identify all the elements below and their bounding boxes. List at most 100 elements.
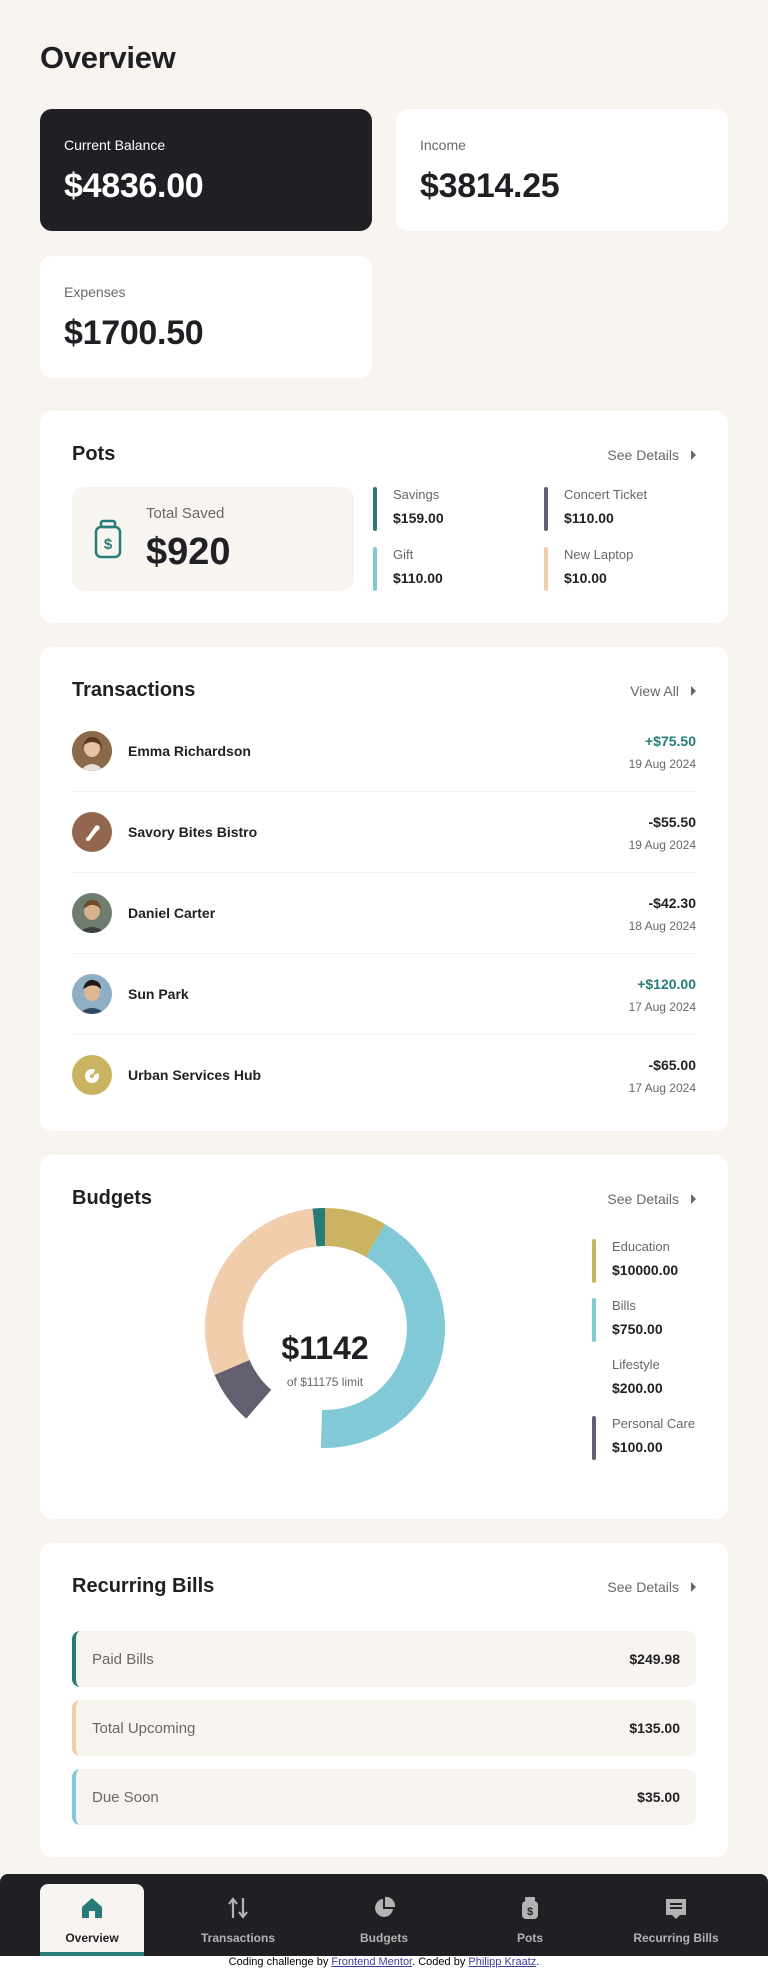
nav-label: Overview xyxy=(65,1931,119,1945)
legend-name: Education xyxy=(612,1239,670,1254)
nav-transactions[interactable]: Transactions xyxy=(186,1884,290,1956)
legend-amount: $200.00 xyxy=(612,1380,663,1396)
services-icon xyxy=(72,1055,112,1095)
nav-pots[interactable]: $ Pots xyxy=(478,1884,582,1956)
budget-spent-value: $1142 xyxy=(281,1330,368,1366)
transaction-name: Savory Bites Bistro xyxy=(128,824,258,840)
attribution-middle: . Coded by xyxy=(412,1956,469,1968)
bills-see-details-label: See Details xyxy=(607,1579,679,1595)
bill-amount: $35.00 xyxy=(637,1789,680,1805)
legend-color-bar xyxy=(592,1298,596,1342)
arrows-icon xyxy=(228,1897,248,1919)
transactions-title: Transactions xyxy=(72,679,196,701)
transaction-date: 18 Aug 2024 xyxy=(628,919,696,933)
attribution-suffix: . xyxy=(536,1956,540,1968)
total-saved-box: $ Total Saved $920 xyxy=(72,487,354,591)
bill-amount: $135.00 xyxy=(629,1720,680,1736)
legend-name: Lifestyle xyxy=(612,1357,660,1372)
pots-card: Pots See Details $ Total Saved $920 Savi… xyxy=(40,411,728,623)
transactions-view-all-link[interactable]: View All xyxy=(630,683,696,699)
pot-name: Gift xyxy=(393,547,414,562)
avatar xyxy=(72,893,112,933)
current-balance-card: Current Balance $4836.00 xyxy=(40,109,372,231)
nav-label: Transactions xyxy=(200,1931,276,1945)
caret-right-icon xyxy=(691,450,696,460)
pot-amount: $110.00 xyxy=(564,510,614,526)
pot-amount: $10.00 xyxy=(564,570,607,586)
expenses-card: Expenses $1700.50 xyxy=(40,256,372,378)
nav-label: Budgets xyxy=(360,1931,408,1945)
transaction-row[interactable]: Daniel Carter -$42.30 18 Aug 2024 xyxy=(72,873,696,954)
transaction-name: Sun Park xyxy=(128,986,189,1002)
transaction-amount: +$120.00 xyxy=(637,976,696,992)
legend-color-bar xyxy=(592,1239,596,1283)
transaction-row[interactable]: Urban Services Hub -$65.00 17 Aug 2024 xyxy=(72,1035,696,1116)
budget-legend-item: Lifestyle $200.00 xyxy=(592,1357,712,1401)
nav-overview[interactable]: Overview xyxy=(40,1884,144,1956)
caret-right-icon xyxy=(691,686,696,696)
legend-name: Bills xyxy=(612,1298,636,1313)
pot-item: New Laptop $10.00 xyxy=(544,547,694,591)
avatar xyxy=(72,974,112,1014)
author-link[interactable]: Philipp Kraatz xyxy=(468,1956,536,1968)
nav-recurring-bills[interactable]: Recurring Bills xyxy=(624,1884,728,1956)
pot-amount: $159.00 xyxy=(393,510,444,526)
transactions-view-all-label: View All xyxy=(630,683,679,699)
bill-label: Paid Bills xyxy=(92,1651,154,1668)
pot-item: Savings $159.00 xyxy=(373,487,523,531)
current-balance-label: Current Balance xyxy=(64,137,166,153)
bill-summary-row[interactable]: Paid Bills $249.98 xyxy=(72,1631,696,1687)
pot-item: Gift $110.00 xyxy=(373,547,523,591)
legend-color-bar xyxy=(592,1416,596,1460)
frontend-mentor-link[interactable]: Frontend Mentor xyxy=(331,1956,412,1968)
attribution-prefix: Coding challenge by xyxy=(228,1956,332,1968)
budget-limit-label: of $11175 limit xyxy=(287,1375,364,1389)
nav-budgets[interactable]: Budgets xyxy=(332,1884,436,1956)
budgets-card: Budgets See Details $1142 of $11175 limi… xyxy=(40,1155,728,1519)
pot-name: Savings xyxy=(393,487,440,502)
bill-summary-row[interactable]: Due Soon $35.00 xyxy=(72,1769,696,1825)
pots-see-details-link[interactable]: See Details xyxy=(607,447,696,463)
current-balance-value: $4836.00 xyxy=(64,167,204,205)
restaurant-icon xyxy=(72,812,112,852)
income-card: Income $3814.25 xyxy=(396,109,728,231)
total-saved-value: $920 xyxy=(146,531,231,573)
avatar xyxy=(72,731,112,771)
recurring-bills-title: Recurring Bills xyxy=(72,1575,215,1597)
bill-amount: $249.98 xyxy=(629,1651,680,1667)
bills-see-details-link[interactable]: See Details xyxy=(607,1579,696,1595)
expenses-value: $1700.50 xyxy=(64,314,204,352)
bottom-navigation: Overview Transactions Budgets $ Pots Rec… xyxy=(0,1874,768,1956)
transaction-row[interactable]: Sun Park +$120.00 17 Aug 2024 xyxy=(72,954,696,1035)
nav-label: Recurring Bills xyxy=(633,1931,719,1945)
pie-icon xyxy=(375,1896,396,1917)
recurring-bills-card: Recurring Bills See Details Paid Bills $… xyxy=(40,1543,728,1857)
legend-amount: $100.00 xyxy=(612,1439,663,1455)
transaction-row[interactable]: Emma Richardson +$75.50 19 Aug 2024 xyxy=(72,711,696,792)
transaction-amount: -$55.50 xyxy=(648,814,696,830)
page-title: Overview xyxy=(40,40,176,75)
transaction-date: 19 Aug 2024 xyxy=(628,838,696,852)
transaction-name: Emma Richardson xyxy=(128,743,251,759)
pots-see-details-label: See Details xyxy=(607,447,679,463)
transaction-amount: -$65.00 xyxy=(648,1057,696,1073)
income-value: $3814.25 xyxy=(420,167,560,205)
total-saved-label: Total Saved xyxy=(146,505,225,522)
pot-color-bar xyxy=(544,487,548,531)
transaction-amount: -$42.30 xyxy=(648,895,696,911)
attribution: Coding challenge by Frontend Mentor. Cod… xyxy=(0,1956,768,1970)
jar-icon: $ xyxy=(94,519,122,559)
bill-summary-row[interactable]: Total Upcoming $135.00 xyxy=(72,1700,696,1756)
transaction-amount: +$75.50 xyxy=(645,733,696,749)
transaction-date: 19 Aug 2024 xyxy=(628,757,696,771)
pots-title: Pots xyxy=(72,443,116,465)
svg-text:$: $ xyxy=(104,536,113,553)
transactions-card: Transactions View All Emma Richardson +$… xyxy=(40,647,728,1131)
budget-legend-item: Bills $750.00 xyxy=(592,1298,712,1342)
income-label: Income xyxy=(420,137,466,153)
legend-name: Personal Care xyxy=(612,1416,696,1431)
pot-amount: $110.00 xyxy=(393,570,443,586)
pot-color-bar xyxy=(373,487,377,531)
transaction-row[interactable]: Savory Bites Bistro -$55.50 19 Aug 2024 xyxy=(72,792,696,873)
pot-color-bar xyxy=(544,547,548,591)
